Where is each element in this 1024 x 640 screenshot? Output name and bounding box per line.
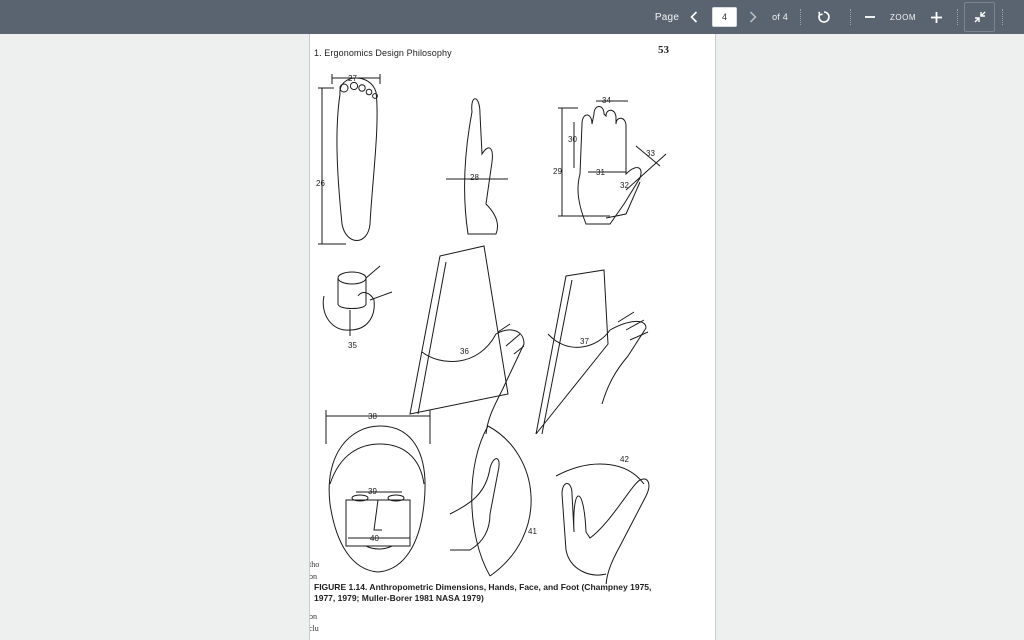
viewer-toolbar: Page of 4 ZOOM [0,0,1024,34]
label-42: 42 [620,455,629,464]
page-number: 53 [658,44,669,56]
running-head: 1. Ergonomics Design Philosophy [314,48,452,58]
page-count-label: of 4 [772,12,788,22]
rotate-button[interactable] [813,0,835,34]
label-39: 39 [368,487,377,496]
label-33: 33 [646,149,655,158]
toolbar-divider [1002,9,1003,25]
foot-drawing [318,74,381,245]
grip-drawing [322,265,393,336]
hand-spread-drawing [555,463,650,584]
next-page-button[interactable] [745,0,761,34]
previous-page-button[interactable] [686,0,702,34]
label-29: 29 [553,167,562,176]
page-label: Page [654,11,680,23]
label-40: 40 [370,534,379,543]
rotate-icon [818,11,830,23]
figure-caption: FIGURE 1.14. Anthropometric Dimensions, … [314,582,714,604]
margin-fragment: clu [309,624,319,633]
label-38: 38 [368,412,377,421]
margin-fragment: tho [309,560,320,569]
chevron-right-icon [749,11,757,23]
hand-profile-drawing [446,98,508,235]
face-drawing [325,410,431,573]
toolbar-divider [800,9,801,25]
anthropometric-figure: 27 26 28 29 30 31 32 33 34 35 36 37 38 3… [316,74,667,584]
collapse-icon [974,11,985,23]
zoom-in-button[interactable] [927,0,945,34]
caption-line-1: FIGURE 1.14. Anthropometric Dimensions, … [314,582,652,592]
label-35: 35 [348,341,357,350]
label-31: 31 [596,168,605,177]
document-page: 1. Ergonomics Design Philosophy 53 27 26… [309,34,716,640]
hand-arc-drawing [449,425,532,577]
zoom-out-button[interactable] [862,0,878,34]
label-32: 32 [620,181,629,190]
label-28: 28 [470,173,479,182]
zoom-label: ZOOM [890,12,916,22]
document-viewport[interactable]: 1. Ergonomics Design Philosophy 53 27 26… [0,34,1024,640]
chevron-left-icon [690,11,698,23]
hand-dorsal-drawing [558,100,667,225]
margin-fragment: on [309,572,317,581]
margin-fragment: on [309,612,317,621]
label-36: 36 [460,347,469,356]
label-27: 27 [348,74,357,83]
toolbar-divider [850,9,851,25]
caption-line-2: 1977, 1979; Muller-Borer 1981 NASA 1979) [314,593,484,603]
label-34: 34 [602,96,611,105]
page-number-input[interactable] [712,7,737,27]
fit-to-screen-button[interactable] [964,2,995,32]
label-30: 30 [568,135,577,144]
plus-icon [930,11,942,23]
minus-icon [865,16,875,18]
prism-hand-right-drawing [535,269,649,435]
toolbar-divider [957,9,958,25]
prism-hand-left-drawing [409,245,525,435]
label-26: 26 [316,179,325,188]
label-41: 41 [528,527,537,536]
label-37: 37 [580,337,589,346]
